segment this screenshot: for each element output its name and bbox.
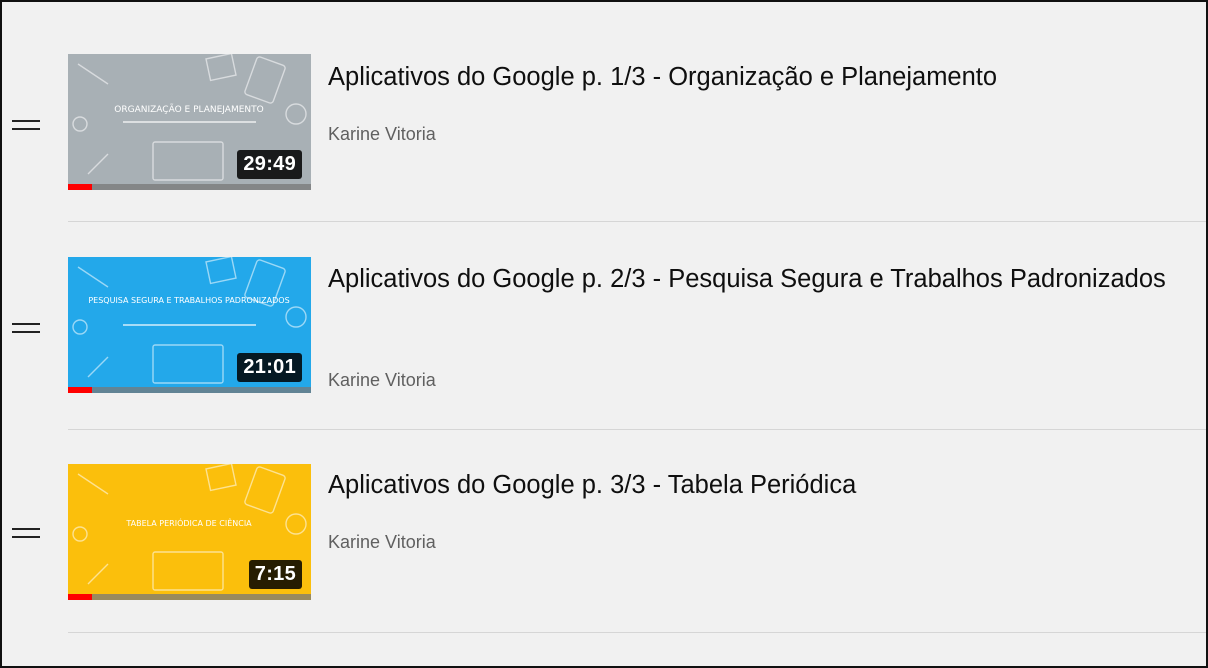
video-thumbnail[interactable]: ORGANIZAÇÃO E PLANEJAMENTO 29:49 <box>68 54 311 190</box>
watch-progress-fill <box>68 387 93 393</box>
video-title[interactable]: Aplicativos do Google p. 1/3 - Organizaç… <box>328 58 1198 97</box>
video-thumbnail[interactable]: TABELA PERIÓDICA DE CIÊNCIA 7:15 <box>68 464 311 600</box>
thumbnail-heading: ORGANIZAÇÃO E PLANEJAMENTO <box>114 104 263 115</box>
divider <box>68 221 1206 222</box>
thumbnail-heading: PESQUISA SEGURA E TRABALHOS PADRONIZADOS <box>88 296 289 305</box>
watch-progress-bar <box>68 387 311 393</box>
channel-name[interactable]: Karine Vitoria <box>328 370 436 391</box>
video-thumbnail[interactable]: PESQUISA SEGURA E TRABALHOS PADRONIZADOS… <box>68 257 311 393</box>
thumbnail-heading: TABELA PERIÓDICA DE CIÊNCIA <box>125 517 252 528</box>
duration-badge: 7:15 <box>248 560 302 589</box>
video-title[interactable]: Aplicativos do Google p. 3/3 - Tabela Pe… <box>328 466 1198 505</box>
divider <box>68 632 1206 633</box>
video-title[interactable]: Aplicativos do Google p. 2/3 - Pesquisa … <box>328 260 1198 299</box>
duration-badge: 29:49 <box>237 150 302 179</box>
playlist-panel: ORGANIZAÇÃO E PLANEJAMENTO 29:49 Aplicat… <box>0 0 1208 668</box>
drag-handle-icon[interactable] <box>12 323 40 335</box>
watch-progress-bar <box>68 184 311 190</box>
drag-handle-icon[interactable] <box>12 120 40 132</box>
duration-badge: 21:01 <box>237 353 302 382</box>
watch-progress-fill <box>68 184 93 190</box>
watch-progress-bar <box>68 594 311 600</box>
channel-name[interactable]: Karine Vitoria <box>328 124 436 145</box>
divider <box>68 429 1206 430</box>
drag-handle-icon[interactable] <box>12 528 40 540</box>
watch-progress-fill <box>68 594 93 600</box>
channel-name[interactable]: Karine Vitoria <box>328 532 436 553</box>
